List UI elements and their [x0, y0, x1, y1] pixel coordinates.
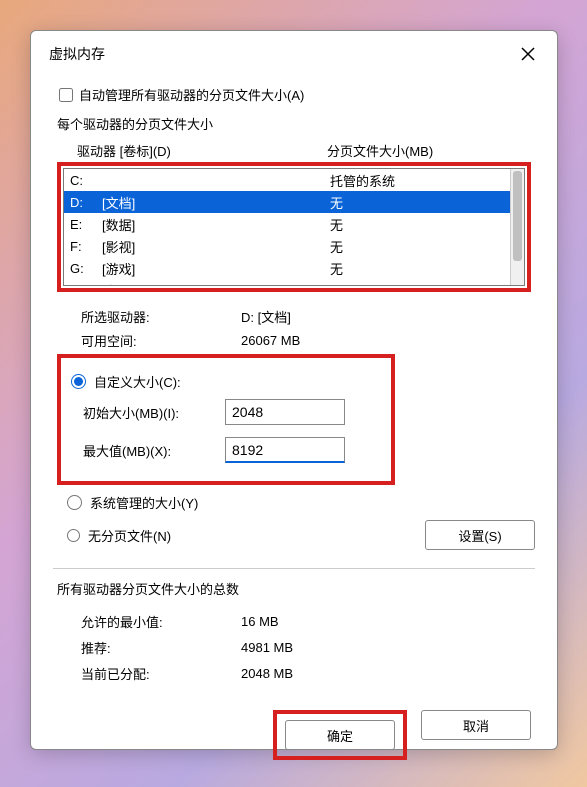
system-managed-label: 系统管理的大小(Y) — [90, 493, 198, 512]
ok-button-highlight: 确定 — [273, 710, 407, 760]
recommended-label: 推荐: — [81, 638, 241, 657]
system-managed-radio[interactable] — [67, 495, 82, 510]
drive-pagefile-size: 无 — [330, 215, 518, 234]
auto-manage-label: 自动管理所有驱动器的分页文件大小(A) — [79, 85, 304, 104]
auto-manage-checkbox[interactable] — [59, 88, 73, 102]
free-space-value: 26067 MB — [241, 333, 535, 348]
max-size-input[interactable] — [225, 437, 345, 463]
drive-letter: F: — [70, 239, 102, 254]
divider — [53, 568, 535, 569]
drive-list[interactable]: C:托管的系统D:[文档]无E:[数据]无F:[影视]无G:[游戏]无H:[备份… — [63, 168, 525, 286]
drive-letter: G: — [70, 261, 102, 276]
drive-list-highlight: C:托管的系统D:[文档]无E:[数据]无F:[影视]无G:[游戏]无H:[备份… — [57, 162, 531, 292]
drive-label: [数据] — [102, 215, 330, 234]
drive-pagefile-size: 无 — [330, 281, 518, 287]
min-allowed-label: 允许的最小值: — [81, 612, 241, 631]
dialog-title: 虚拟内存 — [49, 44, 105, 64]
close-icon — [521, 47, 535, 61]
dialog-content: 自动管理所有驱动器的分页文件大小(A) 每个驱动器的分页文件大小 驱动器 [卷标… — [31, 71, 557, 778]
drive-letter: D: — [70, 195, 102, 210]
no-paging-radio[interactable] — [67, 529, 80, 542]
drive-pagefile-size: 无 — [330, 237, 518, 256]
drive-row[interactable]: C: 托管的系统 — [64, 169, 524, 191]
virtual-memory-dialog: 虚拟内存 自动管理所有驱动器的分页文件大小(A) 每个驱动器的分页文件大小 驱动… — [30, 30, 558, 750]
custom-size-radio[interactable] — [71, 374, 86, 389]
drive-label: [影视] — [102, 237, 330, 256]
set-button[interactable]: 设置(S) — [425, 520, 535, 550]
drive-pagefile-size: 无 — [330, 259, 518, 278]
drive-label: [游戏] — [102, 259, 330, 278]
cancel-button[interactable]: 取消 — [421, 710, 531, 740]
drive-letter: E: — [70, 217, 102, 232]
drive-row[interactable]: G:[游戏]无 — [64, 257, 524, 279]
close-button[interactable] — [513, 39, 543, 69]
per-drive-group-label: 每个驱动器的分页文件大小 — [53, 114, 535, 133]
scrollbar[interactable] — [510, 169, 524, 285]
selected-drive-label: 所选驱动器: — [81, 307, 241, 326]
recommended-value: 4981 MB — [241, 640, 535, 655]
drive-label: [备份] — [102, 281, 330, 287]
size-options-group: 自定义大小(C): 初始大小(MB)(I): 最大值(MB)(X): 系统管理的… — [53, 352, 535, 554]
free-space-label: 可用空间: — [81, 331, 241, 350]
drive-letter: C: — [70, 173, 102, 188]
system-managed-radio-row[interactable]: 系统管理的大小(Y) — [67, 493, 535, 512]
totals-info: 允许的最小值: 16 MB 推荐: 4981 MB 当前已分配: 2048 MB — [81, 608, 535, 686]
totals-group-label: 所有驱动器分页文件大小的总数 — [57, 579, 535, 598]
drive-letter: H: — [70, 283, 102, 287]
drive-list-columns: 驱动器 [卷标](D) 分页文件大小(MB) — [53, 137, 535, 162]
drive-row[interactable]: H:[备份]无 — [64, 279, 524, 286]
custom-size-highlight: 自定义大小(C): 初始大小(MB)(I): 最大值(MB)(X): — [57, 354, 395, 485]
scrollbar-thumb[interactable] — [513, 171, 522, 261]
selected-drive-value: D: [文档] — [241, 307, 535, 326]
currently-allocated-label: 当前已分配: — [81, 664, 241, 683]
currently-allocated-value: 2048 MB — [241, 666, 535, 681]
titlebar: 虚拟内存 — [31, 31, 557, 71]
dialog-button-bar: 确定 取消 — [53, 710, 535, 760]
max-size-label: 最大值(MB)(X): — [83, 441, 225, 460]
initial-size-label: 初始大小(MB)(I): — [83, 403, 225, 422]
drive-pagefile-size: 托管的系统 — [330, 171, 518, 190]
no-paging-radio-row[interactable]: 无分页文件(N) — [67, 526, 425, 545]
drive-pagefile-size: 无 — [330, 193, 518, 212]
drive-label: [文档] — [102, 193, 330, 212]
custom-size-label: 自定义大小(C): — [94, 372, 181, 391]
drive-row[interactable]: F:[影视]无 — [64, 235, 524, 257]
column-drive: 驱动器 [卷标](D) — [77, 141, 327, 160]
initial-size-input[interactable] — [225, 399, 345, 425]
drive-row[interactable]: E:[数据]无 — [64, 213, 524, 235]
min-allowed-value: 16 MB — [241, 614, 535, 629]
no-paging-label: 无分页文件(N) — [88, 526, 171, 545]
selected-drive-info: 所选驱动器: D: [文档] 可用空间: 26067 MB — [81, 304, 535, 352]
custom-size-radio-row[interactable]: 自定义大小(C): — [71, 372, 383, 391]
column-size: 分页文件大小(MB) — [327, 141, 511, 160]
drive-row[interactable]: D:[文档]无 — [64, 191, 524, 213]
auto-manage-checkbox-row[interactable]: 自动管理所有驱动器的分页文件大小(A) — [59, 85, 535, 104]
ok-button[interactable]: 确定 — [285, 720, 395, 750]
